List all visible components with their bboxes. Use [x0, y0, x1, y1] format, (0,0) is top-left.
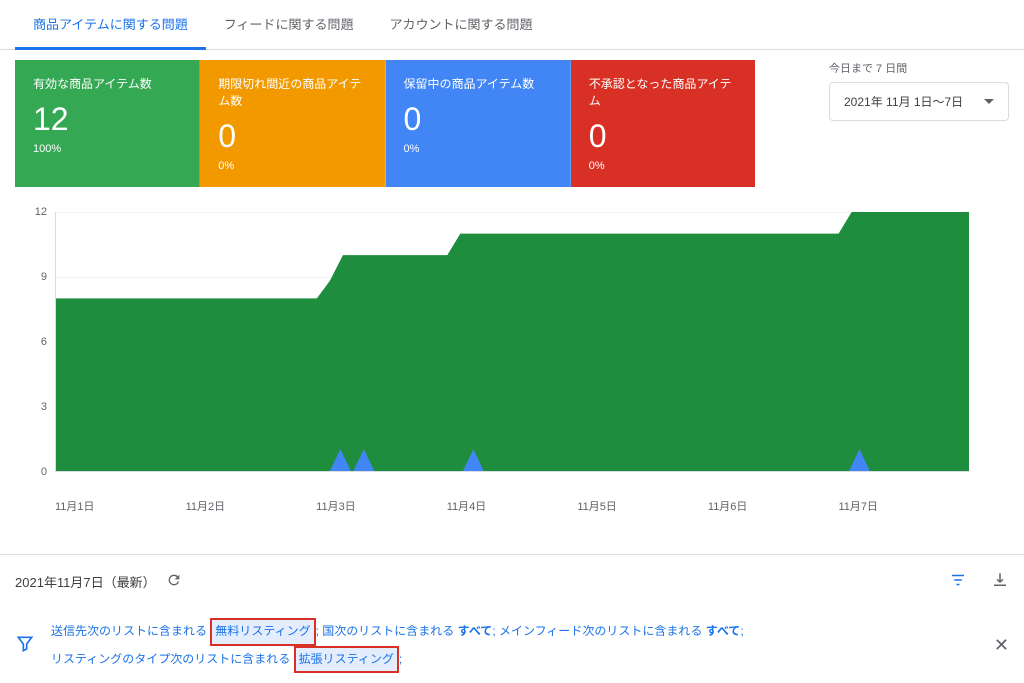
y-axis: 12 9 6 3 0 [15, 212, 55, 472]
y-tick: 3 [41, 401, 47, 413]
status-cards: 有効な商品アイテム数 12 100% 期限切れ間近の商品アイテム数 0 0% 保… [15, 60, 755, 187]
funnel-icon[interactable] [15, 634, 35, 657]
filter-bar: 送信先次のリストに含まれる 無料リスティング; 国次のリストに含まれる すべて;… [0, 608, 1024, 683]
x-tick: 11月6日 [708, 498, 839, 514]
filter-summary: 送信先次のリストに含まれる 無料リスティング; 国次のリストに含まれる すべて;… [51, 618, 978, 673]
card-expiring-items[interactable]: 期限切れ間近の商品アイテム数 0 0% [200, 60, 385, 187]
card-disapproved-items[interactable]: 不承認となった商品アイテム 0 0% [571, 60, 755, 187]
card-value: 0 [218, 119, 366, 154]
card-value: 0 [589, 119, 737, 154]
download-icon[interactable] [991, 571, 1009, 592]
y-tick: 6 [41, 336, 47, 348]
chart-plot[interactable] [55, 212, 969, 472]
refresh-icon[interactable] [166, 572, 182, 591]
x-tick: 11月4日 [447, 498, 578, 514]
card-pct: 0% [218, 160, 366, 172]
card-pending-items[interactable]: 保留中の商品アイテム数 0 0% [386, 60, 571, 187]
y-tick: 0 [41, 466, 47, 478]
card-pct: 100% [33, 143, 181, 155]
tab-item-issues[interactable]: 商品アイテムに関する問題 [15, 0, 206, 50]
y-tick: 9 [41, 271, 47, 283]
card-value: 0 [404, 102, 552, 137]
card-active-items[interactable]: 有効な商品アイテム数 12 100% [15, 60, 200, 187]
card-title: 有効な商品アイテム数 [33, 75, 181, 92]
card-title: 保留中の商品アイテム数 [404, 75, 552, 92]
y-tick: 12 [35, 206, 47, 218]
card-title: 期限切れ間近の商品アイテム数 [218, 75, 366, 109]
toolbar: 2021年11月7日（最新） [0, 554, 1024, 608]
x-tick: 11月2日 [186, 498, 317, 514]
selected-date: 2021年11月7日（最新） [15, 572, 156, 591]
highlighted-enhanced-listing[interactable]: 拡張リスティング [294, 646, 399, 674]
x-tick: 11月1日 [55, 498, 186, 514]
card-pct: 0% [589, 160, 737, 172]
card-pct: 0% [404, 143, 552, 155]
date-range-picker[interactable]: 2021年 11月 1日～7日 [829, 82, 1009, 121]
highlighted-free-listing[interactable]: 無料リスティング [210, 618, 315, 646]
x-axis: 11月1日 11月2日 11月3日 11月4日 11月5日 11月6日 11月7… [15, 498, 1009, 514]
close-icon[interactable]: ✕ [994, 635, 1009, 656]
tab-feed-issues[interactable]: フィードに関する問題 [206, 0, 372, 49]
x-tick: 11月7日 [838, 498, 969, 514]
tab-account-issues[interactable]: アカウントに関する問題 [371, 0, 550, 49]
caret-down-icon [984, 99, 994, 104]
x-tick: 11月5日 [577, 498, 708, 514]
tabs-bar: 商品アイテムに関する問題 フィードに関する問題 アカウントに関する問題 [0, 0, 1024, 50]
card-value: 12 [33, 102, 181, 137]
date-range-value: 2021年 11月 1日～7日 [844, 93, 963, 110]
date-range-label: 今日まで 7 日間 [829, 60, 1009, 76]
chart-area: 12 9 6 3 0 [15, 212, 1009, 492]
card-title: 不承認となった商品アイテム [589, 75, 737, 109]
x-tick: 11月3日 [316, 498, 447, 514]
area-chart-svg [56, 212, 969, 471]
filter-icon[interactable] [949, 571, 967, 592]
